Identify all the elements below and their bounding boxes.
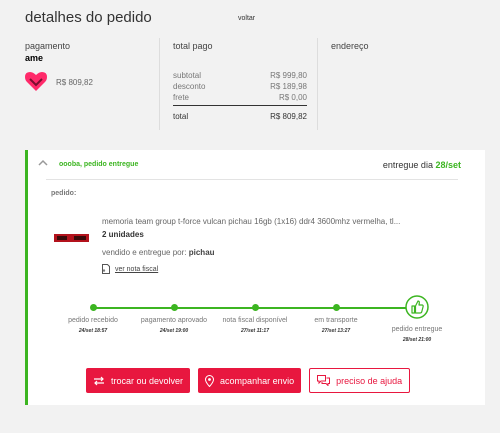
order-card-header[interactable]: oooba, pedido entregue entregue dia 28/s…	[28, 150, 485, 178]
back-link[interactable]: voltar	[238, 15, 255, 22]
timeline-step: pedido entregue 28/set 21:00	[382, 295, 452, 343]
payment-amount: R$ 809,82	[56, 78, 93, 87]
timeline-step-label: nota fiscal disponível	[222, 317, 288, 324]
product-seller: vendido e entregue por: pichau	[102, 248, 215, 257]
timeline-step-date: 27/set 13:27	[321, 328, 351, 334]
document-icon	[102, 264, 110, 274]
chevron-up-icon[interactable]	[38, 158, 48, 168]
timeline-dot	[170, 304, 178, 311]
help-button[interactable]: preciso de ajuda	[309, 368, 411, 393]
timeline-step-date: 27/set 11:17	[241, 328, 269, 334]
ame-logo-icon	[25, 72, 47, 91]
divider	[159, 38, 160, 130]
pedido-label: pedido:	[51, 190, 77, 197]
product-image	[54, 234, 89, 242]
address-label: endereço	[331, 41, 369, 51]
product-name: memoria team group t-force vulcan pichau…	[102, 217, 401, 226]
page-title: detalhes do pedido	[25, 9, 152, 26]
totals-row: desconto R$ 189,98	[173, 81, 307, 92]
timeline-step-label: pagamento aprovado	[140, 317, 208, 324]
timeline-step-label: em transporte	[314, 317, 358, 324]
timeline-step-date: 24/set 18:57	[78, 328, 108, 334]
track-button-label: acompanhar envio	[220, 375, 295, 386]
timeline-step-label: pedido recebido	[68, 317, 118, 324]
order-summary: pagamento ame R$ 809,82 total pago subto…	[25, 36, 485, 136]
timeline-dot	[332, 304, 340, 311]
seller-name: pichau	[188, 248, 215, 257]
totals-row-value: R$ 0,00	[278, 93, 307, 102]
order-status: oooba, pedido entregue	[59, 161, 139, 168]
delivered-info: entregue dia 28/set	[383, 160, 461, 170]
location-pin-icon	[205, 374, 215, 387]
invoice-link-label: ver nota fiscal	[115, 265, 159, 273]
order-actions: trocar ou devolver acompanhar envio prec…	[86, 368, 411, 393]
exchange-button-label: trocar ou devolver	[111, 375, 184, 386]
totals-row-value: R$ 189,98	[270, 82, 307, 91]
seller-prefix: vendido e entregue por:	[102, 248, 187, 257]
timeline-step-date: 28/set 21:00	[402, 337, 432, 343]
totals-row-label: subtotal	[173, 71, 202, 80]
totals-row-value: R$ 999,80	[270, 71, 307, 80]
timeline-step-label: pedido entregue	[391, 326, 443, 333]
totals-row-label: frete	[173, 93, 190, 102]
arrows-icon	[94, 376, 104, 385]
totals-total-row: total R$ 809,82	[173, 111, 307, 122]
invoice-link[interactable]: ver nota fiscal	[102, 264, 158, 274]
timeline-dot	[89, 304, 97, 311]
total-value: R$ 809,82	[270, 112, 307, 121]
timeline-step: em transporte 27/set 13:27	[301, 295, 371, 334]
delivery-timeline: pedido recebido 24/set 18:57 pagamento a…	[58, 295, 458, 355]
exchange-button[interactable]: trocar ou devolver	[86, 368, 191, 393]
payment-label: pagamento	[25, 41, 71, 51]
payment-method: ame	[25, 53, 44, 63]
order-card: oooba, pedido entregue entregue dia 28/s…	[25, 150, 485, 405]
totals-row-label: desconto	[173, 82, 206, 91]
thumbs-up-icon	[405, 295, 429, 319]
delivered-prefix: entregue dia	[382, 160, 433, 170]
timeline-step: pedido recebido 24/set 18:57	[58, 295, 128, 334]
total-label: total	[173, 112, 189, 121]
totals-row: subtotal R$ 999,80	[173, 70, 307, 81]
track-button[interactable]: acompanhar envio	[198, 368, 302, 393]
totals-divider	[173, 105, 307, 106]
timeline-step-date: 24/set 19:00	[159, 328, 189, 334]
product-units: 2 unidades	[102, 230, 144, 239]
totals-row: frete R$ 0,00	[173, 92, 307, 103]
delivered-date: 28/set	[435, 160, 461, 170]
totals-table: subtotal R$ 999,80 desconto R$ 189,98 fr…	[173, 70, 307, 122]
timeline-dot	[251, 304, 259, 311]
help-button-label: preciso de ajuda	[336, 375, 403, 386]
timeline-step: pagamento aprovado 24/set 19:00	[139, 295, 209, 334]
chat-icon	[317, 375, 331, 386]
total-paid-label: total pago	[173, 41, 213, 51]
divider	[317, 38, 318, 130]
timeline-step: nota fiscal disponível 27/set 11:17	[220, 295, 290, 334]
divider	[46, 179, 458, 180]
